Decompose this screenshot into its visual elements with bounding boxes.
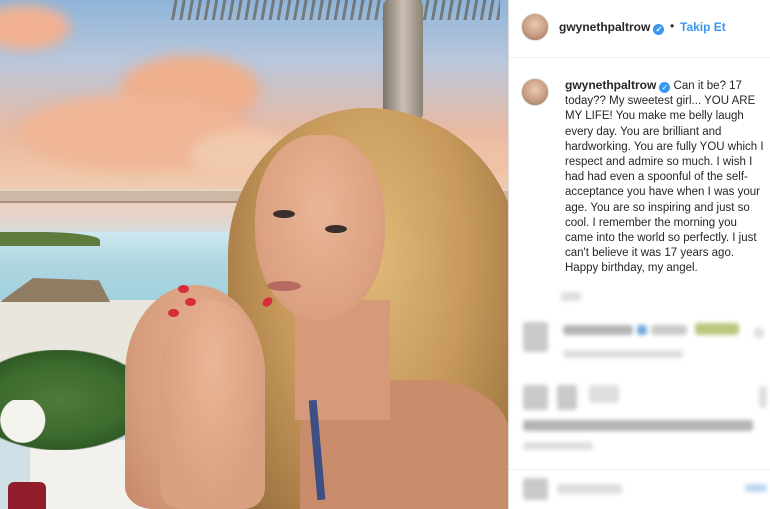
post-photo[interactable]	[0, 0, 508, 509]
blurred-comment	[637, 325, 647, 335]
verified-badge-icon: ✓	[653, 24, 665, 35]
blurred-meta	[563, 350, 683, 358]
blurred-comment	[523, 420, 753, 431]
header-username[interactable]: gwynethpaltrow ✓	[559, 20, 665, 35]
lips	[267, 281, 301, 291]
post-header: gwynethpaltrow ✓ • Takip Et	[509, 0, 770, 58]
palm-fronds	[170, 0, 500, 20]
blurred-avatar	[523, 322, 548, 352]
eye	[325, 225, 347, 233]
avatar[interactable]	[521, 78, 549, 106]
header-username-text[interactable]: gwynethpaltrow	[559, 20, 650, 34]
blurred-comment	[589, 385, 619, 403]
flowers	[0, 400, 65, 445]
blurred-post-button	[745, 484, 767, 492]
eye	[273, 210, 295, 218]
blurred-avatar	[523, 478, 548, 500]
follow-button[interactable]: Takip Et	[680, 20, 726, 34]
nail	[185, 298, 196, 306]
hand	[160, 300, 265, 509]
nail	[178, 285, 189, 293]
vase	[8, 482, 46, 509]
cloud	[0, 5, 70, 50]
caption-text: gwynethpaltrow ✓ Can it be? 17 today?? My…	[565, 78, 765, 277]
caption-body: Can it be? 17 today?? My sweetest girl..…	[565, 80, 764, 275]
blurred-meta	[523, 442, 593, 450]
post-sidebar: gwynethpaltrow ✓ • Takip Et gwynethpaltro…	[509, 0, 770, 509]
blurred-emoji	[695, 323, 739, 335]
island	[0, 232, 100, 246]
nail	[168, 309, 179, 317]
comment-bar	[509, 469, 770, 509]
blurred-comment	[557, 484, 622, 494]
avatar[interactable]	[521, 13, 549, 41]
verified-badge-icon: ✓	[659, 82, 671, 93]
blurred-avatar	[523, 385, 548, 410]
blurred-heart-icon	[759, 386, 767, 408]
blurred-heart-icon	[754, 328, 764, 338]
separator-dot: •	[670, 19, 675, 33]
blurred-timestamp	[561, 292, 581, 301]
caption-username[interactable]: gwynethpaltrow	[565, 78, 656, 92]
blurred-comment	[557, 385, 577, 410]
blurred-comment	[563, 325, 633, 335]
palm-trunk	[383, 0, 423, 120]
face	[255, 135, 385, 320]
blurred-comment	[651, 325, 687, 335]
